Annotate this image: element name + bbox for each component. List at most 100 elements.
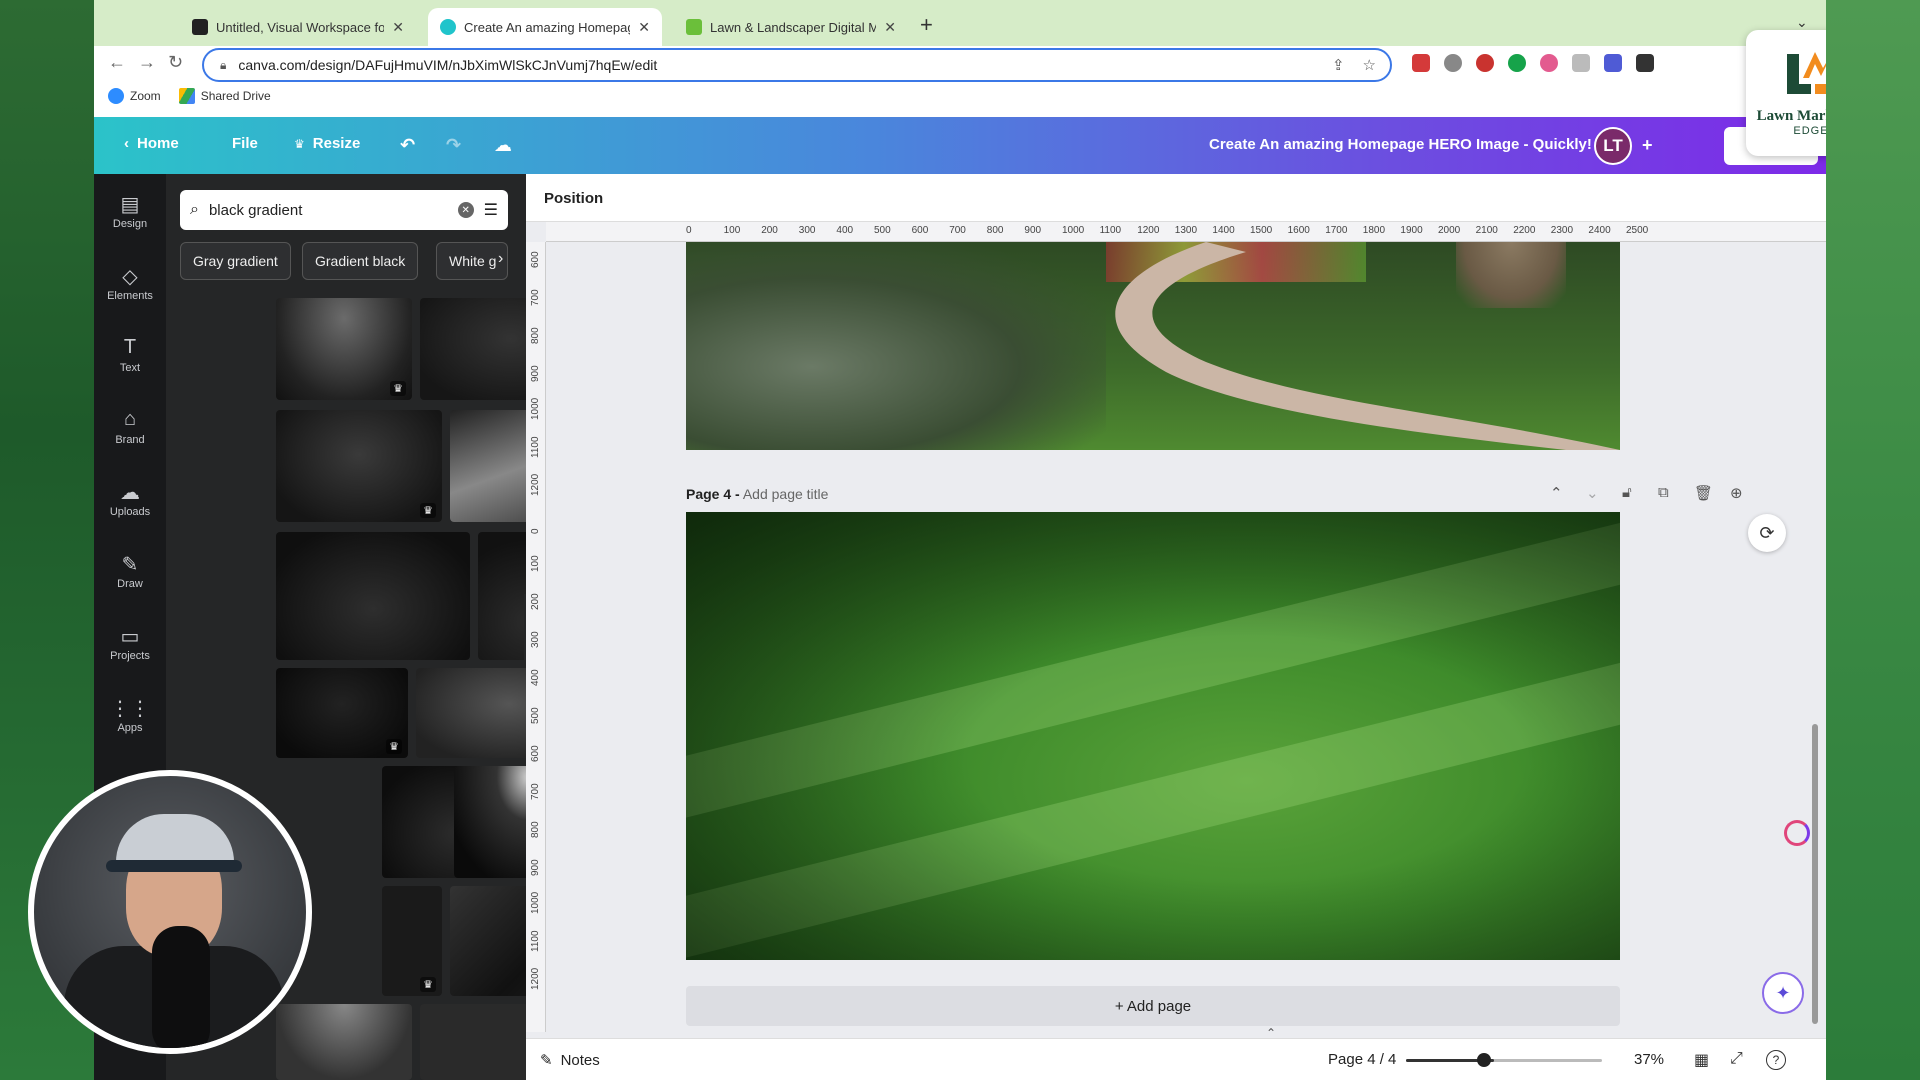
- cloud-upload-icon: ☁: [120, 482, 140, 504]
- rail-item-draw[interactable]: ✎ Draw: [94, 542, 166, 612]
- add-collaborator-icon[interactable]: +: [1642, 135, 1653, 156]
- puzzle-extensions-icon[interactable]: [1636, 54, 1654, 72]
- new-tab-icon[interactable]: +: [920, 12, 933, 38]
- rail-item-brand[interactable]: ⌂ Brand: [94, 398, 166, 468]
- position-label[interactable]: Position: [544, 190, 603, 207]
- close-tab-icon[interactable]: ✕: [638, 19, 650, 36]
- rail-label: Elements: [107, 290, 153, 302]
- browser-tab-3[interactable]: Lawn & Landscaper Digital Ma ✕: [674, 8, 908, 46]
- zoom-slider-handle[interactable]: [1476, 1053, 1491, 1067]
- bookmark-zoom[interactable]: Zoom: [108, 88, 161, 104]
- pen-icon: ✎: [121, 554, 139, 576]
- close-tab-icon[interactable]: ✕: [884, 19, 896, 36]
- rail-item-design[interactable]: ▤ Design: [94, 182, 166, 252]
- gradient-thumbnail[interactable]: [276, 532, 470, 660]
- extension-icon[interactable]: [1476, 54, 1494, 72]
- page-title-input[interactable]: Add page title: [743, 486, 829, 502]
- lawn-favicon-icon: [686, 19, 702, 35]
- gradient-thumbnail[interactable]: ♛: [276, 298, 412, 400]
- fullscreen-icon[interactable]: ⤢: [1730, 1050, 1743, 1068]
- desktop-background-right: [1826, 0, 1920, 1080]
- refresh-page-button[interactable]: ⟳: [1748, 514, 1786, 552]
- zoom-slider[interactable]: [1406, 1059, 1602, 1062]
- crown-icon: ♛: [420, 977, 436, 992]
- search-input[interactable]: ⌕ black gradient ✕ ☰: [180, 190, 508, 230]
- extension-icon[interactable]: [1572, 54, 1590, 72]
- page-4-label: Page 4 - Add page title: [686, 486, 828, 502]
- redo-button[interactable]: ↷: [446, 135, 461, 156]
- help-icon[interactable]: ?: [1766, 1050, 1786, 1070]
- gradient-thumbnail[interactable]: ♛: [276, 668, 408, 758]
- page-3-canvas[interactable]: [686, 242, 1620, 450]
- user-avatar[interactable]: LT: [1594, 127, 1632, 165]
- notes-label: Notes: [560, 1051, 600, 1069]
- chip-label: Gray gradient: [193, 253, 278, 269]
- bookmark-label: Shared Drive: [200, 89, 271, 103]
- ruler-tick: 2000: [1438, 225, 1461, 236]
- rail-item-elements[interactable]: ◇ Elements: [94, 254, 166, 324]
- ruler-tick: 1000: [1062, 225, 1085, 236]
- resize-button[interactable]: ♛ Resize: [294, 135, 360, 152]
- position-toolbar: Position: [526, 174, 1826, 222]
- forward-icon[interactable]: →: [138, 52, 156, 73]
- rail-item-uploads[interactable]: ☁ Uploads: [94, 470, 166, 540]
- vertical-scrollbar[interactable]: [1812, 724, 1818, 1024]
- file-menu-button[interactable]: File: [232, 135, 258, 152]
- magic-assistant-button[interactable]: ✦: [1762, 972, 1804, 1014]
- rail-item-projects[interactable]: ▭ Projects: [94, 614, 166, 684]
- canva-assistant-icon[interactable]: [1784, 820, 1810, 846]
- extension-icon[interactable]: [1540, 54, 1558, 72]
- filter-icon[interactable]: ☰: [484, 200, 498, 220]
- chevron-down-icon[interactable]: ⌄: [1796, 14, 1808, 31]
- clear-search-icon[interactable]: ✕: [457, 202, 474, 218]
- grammarly-icon[interactable]: [1508, 54, 1526, 72]
- ruler-tick: 400: [530, 669, 541, 686]
- editor-footer: ✎ Notes Page 4 / 4 37% ▦ ⤢ ?: [526, 1038, 1826, 1080]
- rail-item-text[interactable]: T Text: [94, 326, 166, 396]
- gradient-thumbnail[interactable]: ♛: [382, 886, 442, 996]
- reload-icon[interactable]: ↻: [168, 52, 183, 73]
- gradient-thumbnail[interactable]: ♛: [276, 410, 442, 522]
- browser-tab-2[interactable]: Create An amazing Homepage ✕: [428, 8, 662, 46]
- ruler-tick: 100: [530, 555, 541, 572]
- rail-item-apps[interactable]: ⋮⋮ Apps: [94, 686, 166, 756]
- address-bar[interactable]: 🔒︎ canva.com/design/DAFujHmuVIM/nJbXimWl…: [202, 48, 1392, 82]
- bookmarks-bar: Zoom Shared Drive: [108, 88, 271, 104]
- back-icon[interactable]: ←: [108, 52, 126, 73]
- extension-icon[interactable]: [1604, 54, 1622, 72]
- page-4-canvas[interactable]: [686, 512, 1620, 960]
- zoom-level[interactable]: 37%: [1634, 1051, 1664, 1068]
- duplicate-page-icon[interactable]: ⧉: [1658, 484, 1669, 501]
- text-icon: T: [123, 336, 137, 358]
- vignette: [686, 512, 1620, 960]
- close-tab-icon[interactable]: ✕: [392, 19, 404, 36]
- home-button[interactable]: ‹ Home: [124, 135, 179, 152]
- suggestion-chip[interactable]: Gray gradient: [180, 242, 291, 280]
- gradient-thumbnail[interactable]: [276, 1004, 412, 1080]
- ruler-tick: 1100: [530, 436, 541, 458]
- ruler-tick: 1500: [1250, 225, 1273, 236]
- grid-view-icon[interactable]: ▦: [1694, 1050, 1709, 1070]
- chevron-right-icon[interactable]: ›: [498, 250, 503, 268]
- bookmark-shared-drive[interactable]: Shared Drive: [178, 88, 271, 104]
- move-page-down-icon[interactable]: ⌄: [1586, 484, 1599, 502]
- move-page-up-icon[interactable]: ⌃: [1550, 484, 1563, 502]
- extension-icon[interactable]: [1412, 54, 1430, 72]
- undo-button[interactable]: ↶: [400, 135, 415, 156]
- share-page-icon[interactable]: ⇪: [1332, 56, 1345, 74]
- bookmark-star-icon[interactable]: ☆: [1363, 56, 1376, 74]
- canvas-editor: Position 0 100 200 300 400 500 600 700 800 900 100…: [526, 174, 1826, 1080]
- ruler-tick: 2500: [1626, 225, 1649, 236]
- page-indicator[interactable]: Page 4 / 4: [1328, 1051, 1396, 1068]
- delete-page-icon[interactable]: 🗑︎: [1694, 484, 1713, 502]
- lock-page-icon[interactable]: 🔓︎: [1622, 484, 1632, 501]
- cloud-save-button[interactable]: ☁: [494, 135, 512, 156]
- rail-label: Design: [112, 218, 148, 230]
- design-title[interactable]: Create An amazing Homepage HERO Image - …: [1209, 136, 1592, 153]
- camera-extension-icon[interactable]: [1444, 54, 1462, 72]
- add-page-button[interactable]: + Add page: [686, 986, 1620, 1026]
- browser-tab-1[interactable]: Untitled, Visual Workspace for ✕: [180, 8, 416, 46]
- add-page-icon[interactable]: ⊕: [1730, 484, 1743, 502]
- suggestion-chip[interactable]: Gradient black: [302, 242, 419, 280]
- notes-button[interactable]: ✎ Notes: [540, 1051, 600, 1070]
